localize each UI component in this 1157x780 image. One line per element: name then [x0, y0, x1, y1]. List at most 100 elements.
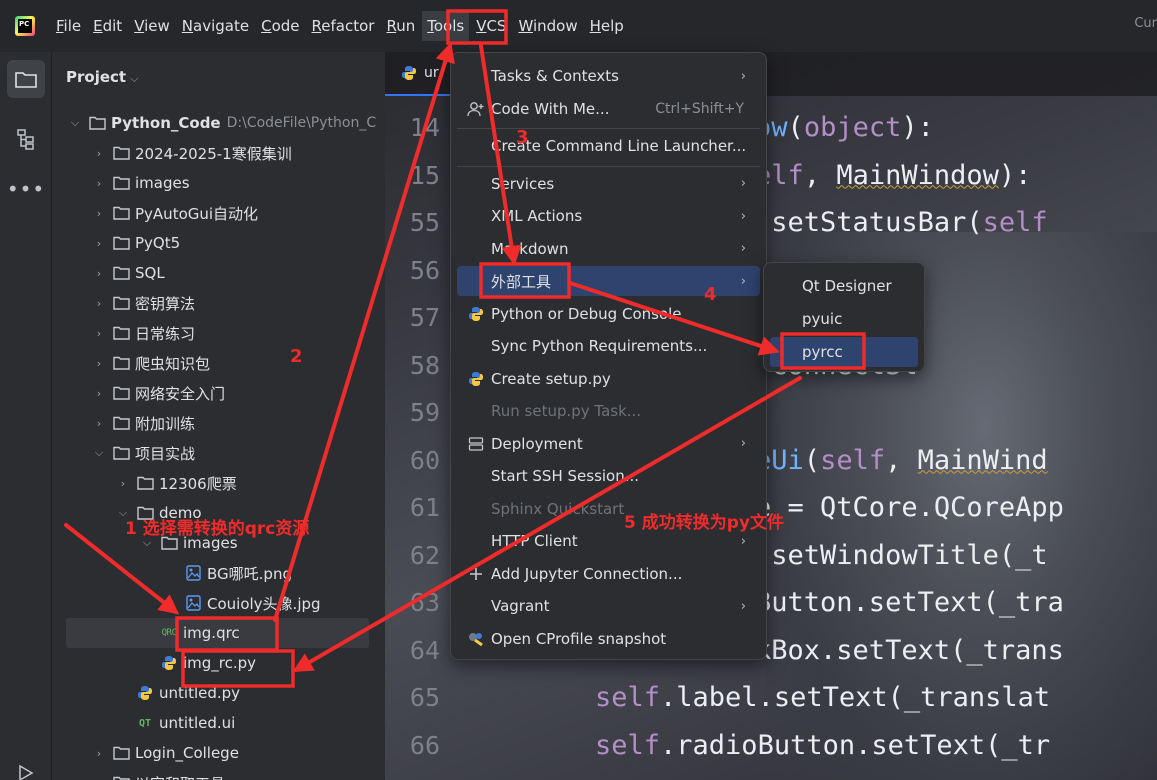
chevron-down-icon[interactable]: ⌵ [92, 446, 106, 460]
tools-menu-item[interactable]: Sync Python Requirements... [457, 331, 760, 361]
chevron-right-icon[interactable]: › [92, 237, 106, 250]
tools-menu-item[interactable]: Deployment › [457, 429, 760, 459]
tree-item[interactable]: ⌵ 项目实战 [52, 438, 385, 468]
tools-menu-item[interactable]: Tasks & Contexts › [457, 61, 760, 91]
menu-view[interactable]: View [129, 11, 175, 41]
menu-help[interactable]: Help [585, 11, 629, 41]
chevron-right-icon[interactable]: › [92, 267, 106, 280]
chevron-right-icon[interactable]: › [92, 387, 106, 400]
submenu-item-pyuic[interactable]: pyuic [770, 304, 918, 334]
tools-menu-item[interactable]: Start SSH Session... [457, 461, 760, 491]
code-line[interactable]: 65 self.label.setText(_translat [385, 674, 1157, 721]
python-file-icon [136, 685, 154, 701]
tree-item-label: Couioly头像.jpg [207, 594, 321, 613]
tree-item-label: untitled.py [159, 684, 241, 702]
chevron-right-icon[interactable]: › [92, 777, 106, 780]
annotation-step5: 5 成功转换为py文件 [624, 513, 784, 533]
menu-window[interactable]: Window [513, 11, 582, 41]
project-view-button[interactable] [7, 60, 45, 98]
tree-item[interactable]: › Login_College [52, 738, 385, 768]
folder-icon [112, 235, 130, 251]
structure-view-button[interactable] [7, 120, 45, 158]
menu-file[interactable]: File [51, 11, 86, 41]
code-line[interactable]: 66 self.radioButton.setText(_tr [385, 722, 1157, 769]
tools-menu-item-label: Sync Python Requirements... [491, 337, 708, 355]
blank-icon [465, 531, 487, 551]
tree-item[interactable]: › 2024-2025-1寒假集训 [52, 138, 385, 168]
menu-vcs[interactable]: VCS [471, 11, 511, 41]
chevron-right-icon[interactable]: › [92, 147, 106, 160]
chevron-right-icon: › [740, 533, 746, 549]
tools-menu-item[interactable]: Markdown › [457, 234, 760, 264]
menu-refactor[interactable]: Refactor [307, 11, 380, 41]
code-text: self.radioButton.setText(_tr [595, 729, 1051, 761]
tools-menu-item[interactable]: Vagrant › [457, 591, 760, 621]
chevron-right-icon[interactable]: › [116, 477, 130, 490]
blank-icon [465, 271, 487, 291]
tree-item[interactable]: › PyQt5 [52, 228, 385, 258]
tree-item[interactable]: › 附加训练 [52, 408, 385, 438]
tree-item-label: SQL [135, 264, 165, 282]
chevron-down-icon[interactable]: ⌵ [68, 116, 82, 130]
pycharm-logo-icon[interactable]: PC [15, 16, 35, 36]
tree-item[interactable]: › 以完和取工具 [52, 768, 385, 780]
editor-tab-active[interactable]: ur [385, 52, 451, 96]
menu-tools[interactable]: Tools [422, 11, 470, 41]
menu-navigate[interactable]: Navigate [177, 11, 254, 41]
tree-item[interactable]: QRC img.qrc [66, 618, 369, 648]
tools-menu-item[interactable]: Code With Me... Ctrl+Shift+Y [457, 94, 760, 124]
more-tools-button[interactable]: ••• [7, 170, 45, 208]
blank-icon [465, 499, 487, 519]
tree-item[interactable]: › 网络安全入门 [52, 378, 385, 408]
panel-title: Project [66, 68, 127, 86]
submenu-item-qt-designer[interactable]: Qt Designer [770, 271, 918, 301]
chevron-right-icon[interactable]: › [92, 327, 106, 340]
tools-menu-item[interactable]: Services › [457, 169, 760, 199]
tree-item[interactable]: ⌵ Python_Code D:\CodeFile\Python_C [52, 108, 385, 138]
left-tool-strip: ••• [0, 52, 52, 780]
tree-item-label: 网络安全入门 [135, 384, 226, 403]
python-icon [465, 369, 487, 389]
code-line[interactable]: 67 import img_rc [385, 769, 1157, 780]
tools-menu-item[interactable]: Create setup.py [457, 364, 760, 394]
run-tool-button[interactable] [7, 754, 45, 780]
folder-icon [112, 145, 130, 161]
tree-item[interactable]: › 日常练习 [52, 318, 385, 348]
project-panel-header[interactable]: Project ⌵ [66, 68, 138, 86]
chevron-right-icon[interactable]: › [92, 747, 106, 760]
tree-item[interactable]: BG哪吒.png [52, 558, 385, 588]
tree-item[interactable]: QT untitled.ui [52, 708, 385, 738]
tree-item[interactable]: Couioly头像.jpg [52, 588, 385, 618]
blank-icon [465, 596, 487, 616]
menu-run[interactable]: Run [381, 11, 420, 41]
tree-item[interactable]: img_rc.py [52, 648, 385, 678]
menu-code[interactable]: Code [256, 11, 304, 41]
chevron-right-icon[interactable]: › [92, 207, 106, 220]
tools-menu-item-label: Python or Debug Console [491, 304, 682, 323]
annotation-step4: 4 [704, 284, 717, 305]
menu-edit[interactable]: Edit [88, 11, 127, 41]
tree-item[interactable]: › images [52, 168, 385, 198]
tools-menu-item[interactable]: Create Command Line Launcher... [457, 131, 760, 161]
tools-menu-item[interactable]: XML Actions › [457, 201, 760, 231]
blank-icon [465, 66, 487, 86]
chevron-right-icon[interactable]: › [92, 357, 106, 370]
tools-menu-item-label: XML Actions [491, 207, 583, 225]
tree-item[interactable]: › PyAutoGui自动化 [52, 198, 385, 228]
line-number: 64 [409, 635, 440, 665]
editor-tab-label: ur [424, 65, 439, 81]
tools-menu-item[interactable]: Open CProfile snapshot [457, 624, 760, 654]
tree-item-label: Login_College [135, 744, 239, 762]
tree-item[interactable]: › SQL [52, 258, 385, 288]
chevron-right-icon[interactable]: › [92, 417, 106, 430]
tools-menu-item[interactable]: Add Jupyter Connection... [457, 559, 760, 589]
chevron-right-icon[interactable]: › [92, 177, 106, 190]
tree-item[interactable]: › 密钥算法 [52, 288, 385, 318]
submenu-item-pyrcc[interactable]: pyrcc [770, 337, 918, 367]
tree-item[interactable]: › 爬虫知识包 [52, 348, 385, 378]
tree-item-label: PyQt5 [135, 234, 181, 252]
chevron-right-icon[interactable]: › [92, 297, 106, 310]
tree-item[interactable]: untitled.py [52, 678, 385, 708]
tree-item[interactable]: › 12306爬票 [52, 468, 385, 498]
tools-menu-item-label: Markdown [491, 239, 569, 258]
